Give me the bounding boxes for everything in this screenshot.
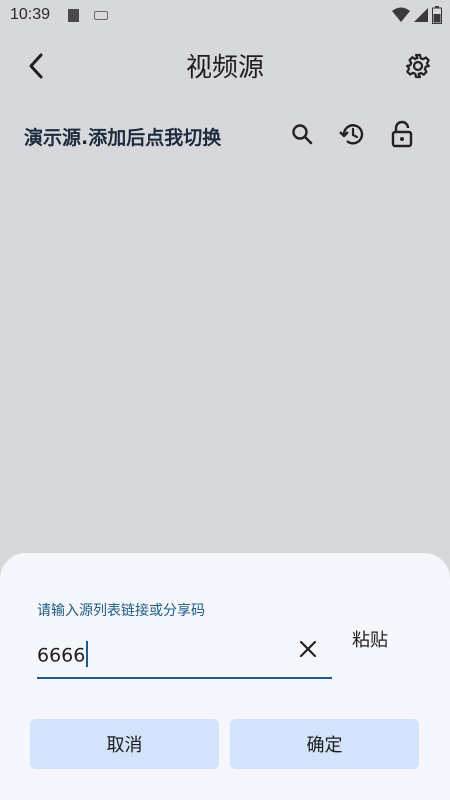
wifi-icon: [392, 7, 410, 22]
top-app-bar: 视频源: [0, 32, 450, 100]
lock-icon: [391, 120, 413, 148]
page-title: 视频源: [185, 53, 264, 83]
source-row: 演示源.添加后点我切换: [0, 106, 450, 164]
battery-icon: [432, 6, 442, 24]
keyboard-icon: [94, 11, 108, 20]
search-icon: [292, 124, 313, 145]
text-cursor: [86, 641, 89, 667]
source-url-input[interactable]: 6666: [37, 633, 332, 679]
current-source-selector[interactable]: 演示源.添加后点我切换: [24, 123, 221, 150]
status-bar: 10:39: [0, 0, 450, 32]
cellular-icon: [414, 8, 428, 22]
clear-input-button[interactable]: [292, 633, 324, 665]
close-icon: [299, 640, 317, 658]
search-button[interactable]: [286, 118, 318, 150]
status-indicators: [392, 6, 442, 24]
paste-button[interactable]: 粘贴: [352, 626, 388, 652]
add-source-sheet: 请输入源列表链接或分享码 6666 粘贴 取消 确定: [0, 553, 450, 800]
history-button[interactable]: [336, 118, 368, 150]
confirm-button[interactable]: 确定: [230, 719, 419, 769]
history-icon: [339, 124, 364, 145]
settings-button[interactable]: [400, 48, 436, 84]
lock-button[interactable]: [386, 118, 418, 150]
input-label: 请输入源列表链接或分享码: [37, 603, 205, 619]
input-value: 6666: [37, 644, 86, 667]
notification-a-icon: [68, 9, 79, 22]
status-time: 10:39: [10, 6, 51, 23]
gear-icon: [405, 53, 431, 79]
cancel-button[interactable]: 取消: [30, 719, 219, 769]
